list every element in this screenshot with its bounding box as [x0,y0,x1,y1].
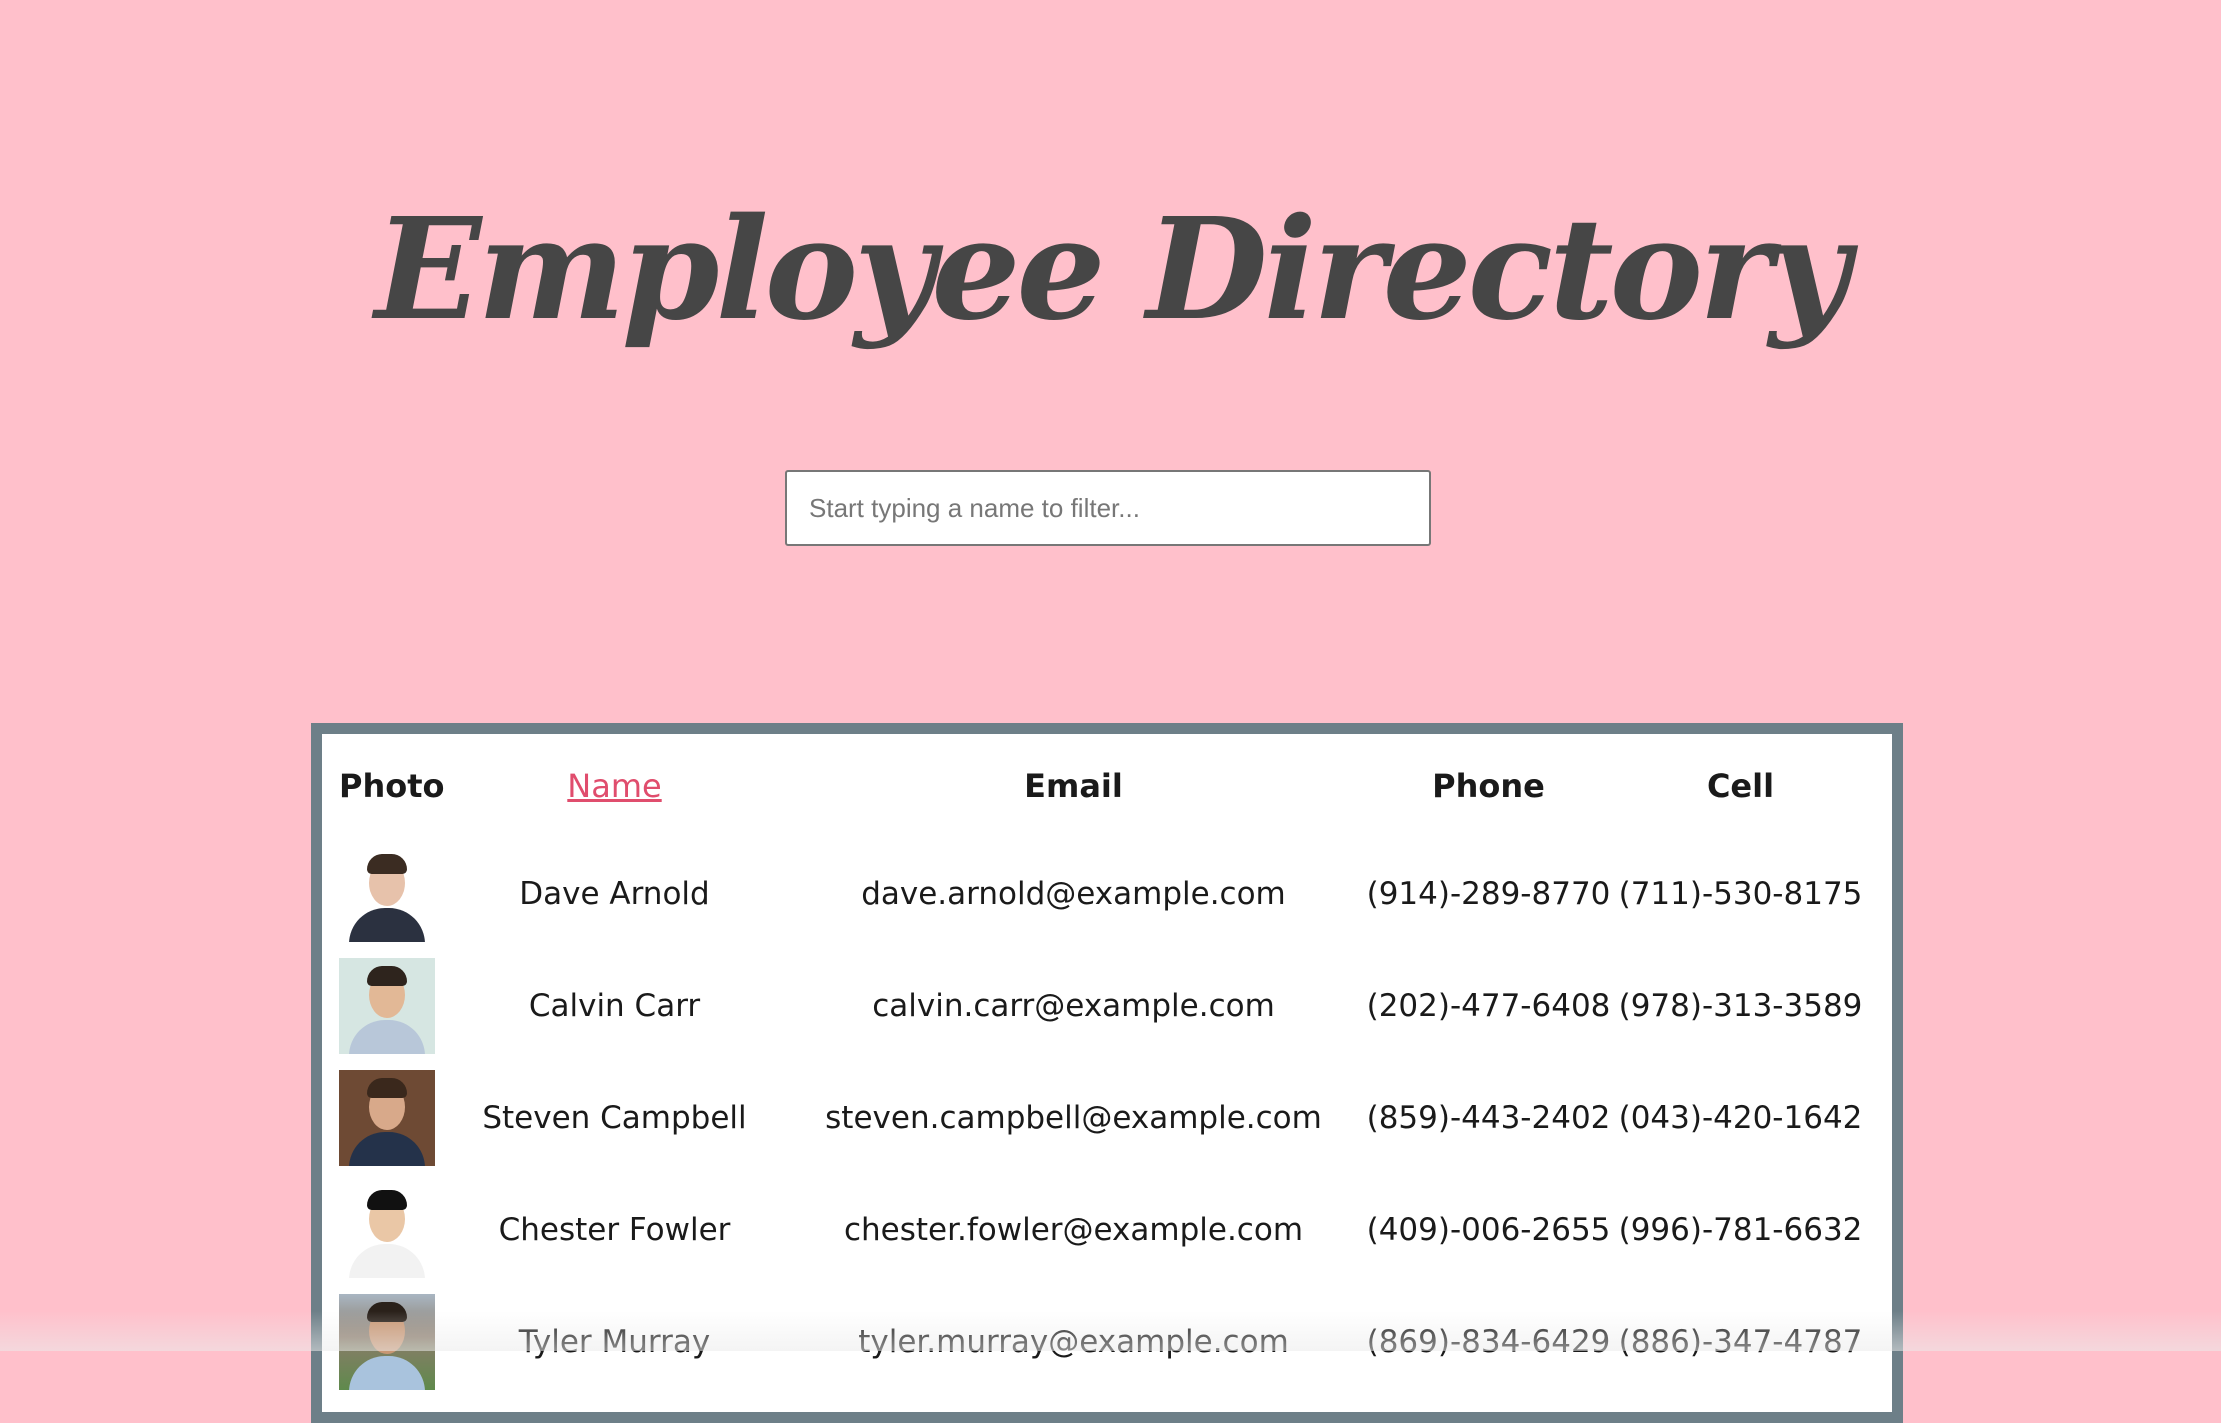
employee-email: calvin.carr@example.com [872,988,1275,1024]
table-header-row: Photo Name Email Phone Cell [339,734,1867,838]
employee-email: chester.fowler@example.com [843,1212,1304,1248]
employee-cell: (711)-530-8175 [1618,876,1863,912]
employee-phone: (859)-443-2402 [1366,1100,1611,1136]
column-header-phone: Phone [1432,767,1545,805]
employee-email: tyler.murray@example.com [858,1324,1289,1360]
employee-photo [339,1182,435,1278]
employee-photo [339,1070,435,1166]
employee-photo [339,1294,435,1390]
employee-email: dave.arnold@example.com [861,876,1286,912]
employee-phone: (409)-006-2655 [1366,1212,1611,1248]
column-header-email: Email [1024,767,1123,805]
table-row: Steven Campbell steven.campbell@example.… [339,1062,1867,1174]
table-row: Chester Fowler chester.fowler@example.co… [339,1174,1867,1286]
employee-email: steven.campbell@example.com [825,1100,1322,1136]
employee-table-container: Photo Name Email Phone Cell Dave Arnold … [311,723,1903,1423]
photo-cell [339,950,445,1062]
column-header-cell: Cell [1706,767,1775,805]
employee-photo [339,846,435,942]
employee-table: Photo Name Email Phone Cell Dave Arnold … [339,734,1867,1398]
employee-phone: (914)-289-8770 [1366,876,1611,912]
employee-phone: (202)-477-6408 [1366,988,1611,1024]
employee-photo [339,958,435,1054]
employee-name: Dave Arnold [519,876,710,912]
table-row: Tyler Murray tyler.murray@example.com (8… [339,1286,1867,1398]
employee-name: Calvin Carr [528,988,701,1024]
page-header: Employee Directory [0,0,2221,460]
photo-cell [339,1062,445,1174]
photo-cell [339,1174,445,1286]
search-input[interactable] [785,470,1431,546]
employee-name: Steven Campbell [482,1100,747,1136]
employee-cell: (978)-313-3589 [1618,988,1863,1024]
column-header-name-sort-link[interactable]: Name [445,734,785,838]
employee-cell: (043)-420-1642 [1618,1100,1863,1136]
photo-cell [339,838,445,950]
employee-cell: (886)-347-4787 [1618,1324,1863,1360]
table-row: Calvin Carr calvin.carr@example.com (202… [339,950,1867,1062]
employee-cell: (996)-781-6632 [1618,1212,1863,1248]
employee-name: Chester Fowler [498,1212,731,1248]
page-title: Employee Directory [374,188,1850,352]
table-row: Dave Arnold dave.arnold@example.com (914… [339,838,1867,950]
employee-name: Tyler Murray [518,1324,711,1360]
employee-phone: (869)-834-6429 [1366,1324,1611,1360]
photo-cell [339,1286,445,1398]
column-header-photo: Photo [339,767,445,805]
